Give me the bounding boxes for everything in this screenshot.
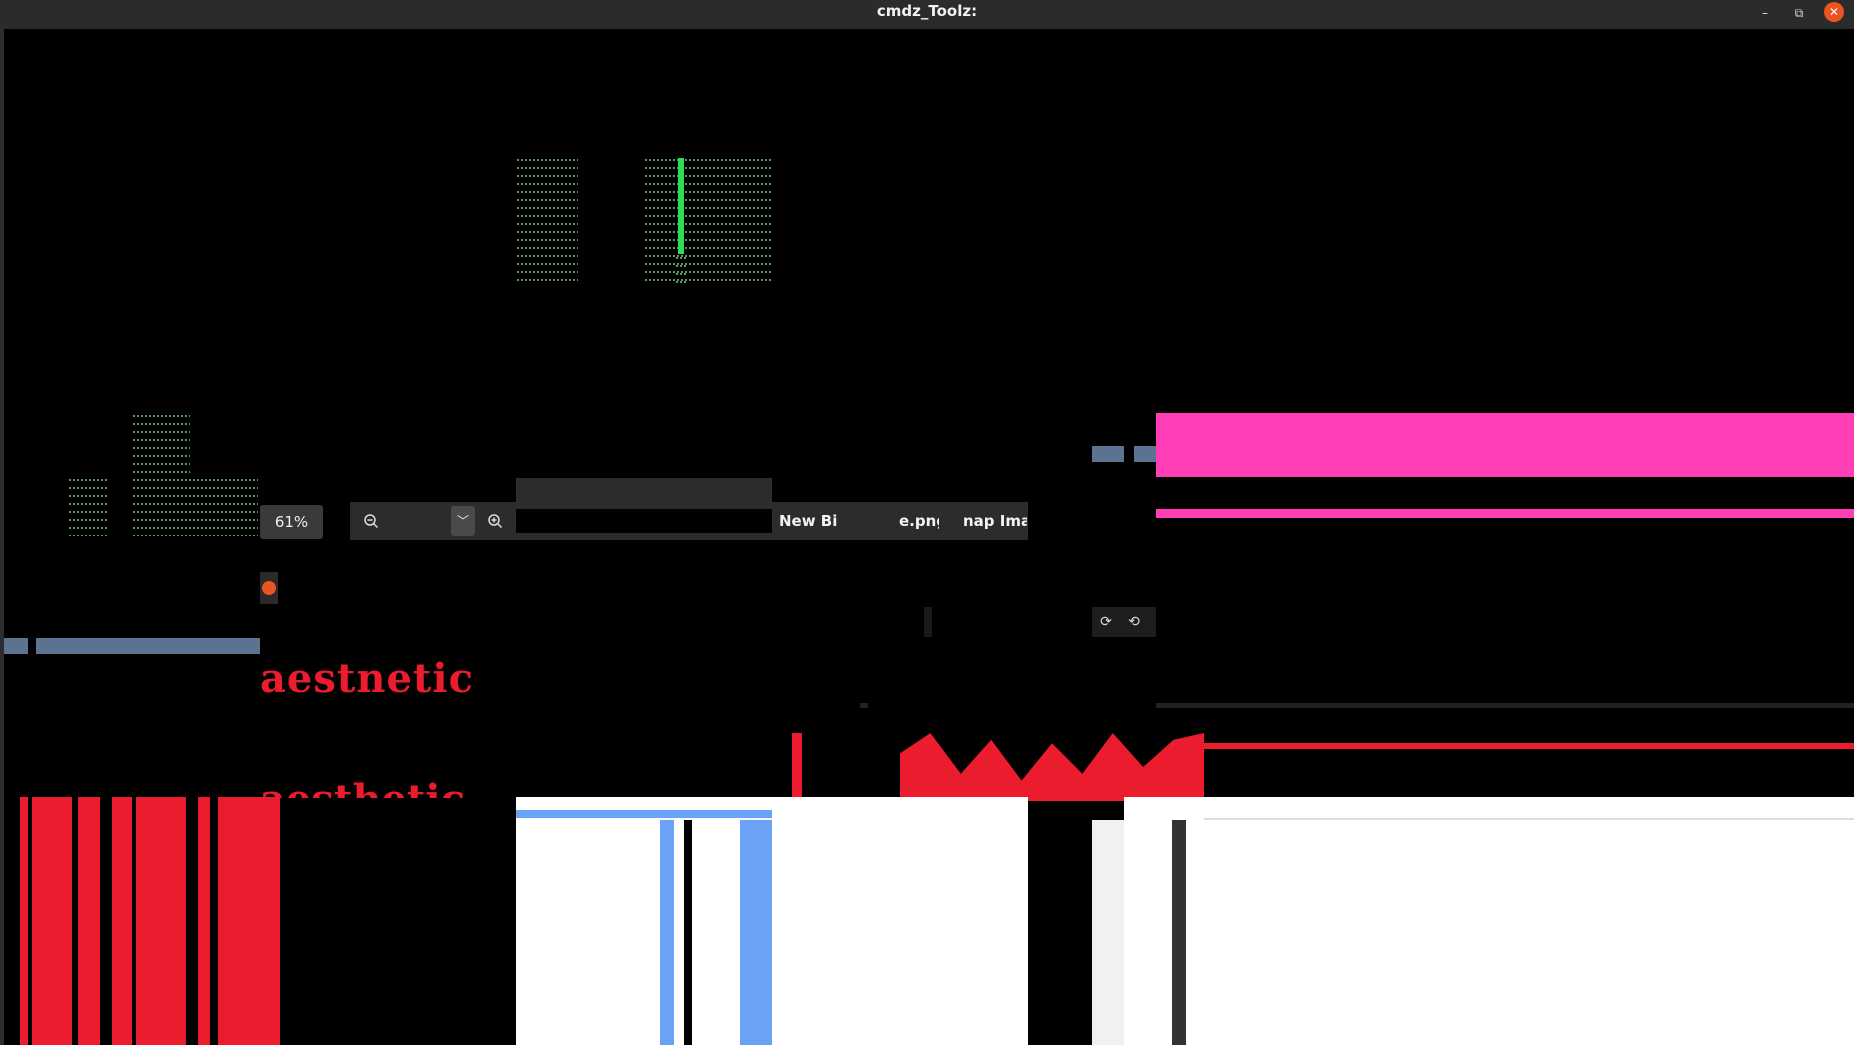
image-canvas-fragment [1124,797,1854,1045]
glitch-pink-bar [1156,413,1854,477]
glitch-fragment [924,607,932,637]
glitch-dots-block [132,412,190,478]
toolbar-fragment [516,478,772,502]
close-button[interactable]: ✕ [1824,2,1844,22]
chevron-down-icon: ﹀ [456,514,469,528]
rotate-right-icon[interactable]: ⟳ [1092,608,1120,636]
glitch-dots-block [644,156,772,282]
glitch-black-block [1028,810,1092,1045]
glitch-red-line [1204,743,1854,749]
restore-button[interactable]: ⧉ [1790,4,1808,22]
tab-bitmap-image[interactable]: nap Imag [963,509,1027,533]
glitch-dots-block [132,476,258,536]
window-title: cmdz_Toolz: [876,2,978,20]
glitch-gray-block [1092,820,1124,1045]
glitch-slate-block [1092,446,1124,462]
glitch-red-bar [78,797,100,1045]
glitch-green-bar [678,158,684,254]
glitch-slate-block [1134,446,1156,462]
glitch-dark-line [1156,703,1854,708]
app-icon-fragment [260,572,278,604]
rotate-left-icon[interactable]: ⟲ [1120,608,1148,636]
glitch-red-bar [136,797,186,1045]
glitch-black-bar [684,820,692,1045]
tab-new-bitmap[interactable]: New Bitr [779,509,837,533]
glitch-red-bar [218,797,280,1045]
glitch-red-shape [900,733,1204,801]
tab-image-png[interactable]: e.png [899,509,939,533]
image-canvas-fragment [516,797,1028,1045]
minimize-button[interactable]: – [1756,4,1774,22]
glitch-blue-bar [740,820,772,1045]
glitch-red-bar [112,797,132,1045]
glitch-gray-line [1204,818,1854,820]
glitch-dark-bar [1172,820,1186,1045]
glitch-pink-bar [1156,509,1854,518]
glitch-blue-bar [660,820,674,1045]
app-orange-icon [262,581,276,595]
glitch-dots-block [675,254,687,284]
glitch-red-bar [792,733,802,801]
glitch-dots-block [516,156,578,282]
glitch-slate-block [4,638,28,654]
glitch-red-text: aestnetic [260,655,474,702]
glitch-red-bar [198,797,210,1045]
glitch-red-text: aesthetic [260,776,465,798]
window-border [0,29,4,1045]
tab-strip-gap [516,509,772,533]
zoom-out-icon[interactable] [356,506,386,536]
glitch-red-bar [32,797,72,1045]
zoom-level[interactable]: 61% [260,505,323,539]
glitch-dark-line [860,703,868,708]
zoom-dropdown-button[interactable]: ﹀ [451,506,475,536]
zoom-in-icon[interactable] [480,506,510,536]
glitch-red-bar [20,797,28,1045]
glitch-dots-block [68,476,108,536]
glitch-blue-strip [516,810,772,818]
glitch-slate-block [36,638,260,654]
